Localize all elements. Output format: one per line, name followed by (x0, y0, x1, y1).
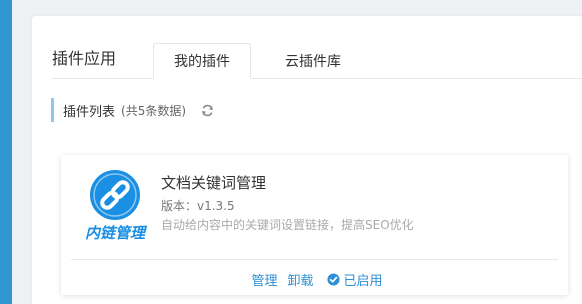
tab-cloud-plugins-label: 云插件库 (285, 54, 341, 70)
status-label: 已启用 (343, 273, 383, 289)
plugin-logo: 内链管理 (79, 168, 151, 242)
section-title: 插件列表 (63, 104, 116, 120)
plugin-description: 自动给内容中的关键词设置链接，提高SEO优化 (161, 218, 414, 232)
plugin-name: 文档关键词管理 (161, 174, 267, 192)
page-title: 插件应用 (52, 49, 117, 68)
chain-link-icon: 内链管理 (85, 170, 148, 242)
tab-cloud-plugins[interactable]: 云插件库 (258, 43, 368, 79)
card-divider (71, 259, 558, 260)
plugin-card: 内链管理 文档关键词管理 版本：v1.3.5 自动给内容中的关键词设置链接，提高… (61, 155, 568, 295)
tab-my-plugins-label: 我的插件 (174, 54, 230, 70)
logo-text: 内链管理 (85, 224, 148, 240)
plugin-version: 版本：v1.3.5 (161, 199, 235, 213)
status-badge: 已启用 (326, 270, 383, 289)
card-actions: 管理 卸载 已启用 (61, 269, 568, 289)
section-count: (共5条数据) (121, 103, 187, 118)
sidebar-edge (0, 0, 12, 304)
check-circle-icon (326, 272, 340, 286)
refresh-icon[interactable] (200, 103, 214, 117)
plugin-panel: 插件应用 我的插件 云插件库 插件列表 (共5条数据) 内链管理 文档关键词管理… (32, 16, 582, 304)
manage-button[interactable]: 管理 (251, 270, 277, 289)
section-header: 插件列表 (共5条数据) (51, 98, 214, 122)
uninstall-button[interactable]: 卸载 (287, 270, 313, 289)
tab-my-plugins[interactable]: 我的插件 (153, 43, 251, 79)
